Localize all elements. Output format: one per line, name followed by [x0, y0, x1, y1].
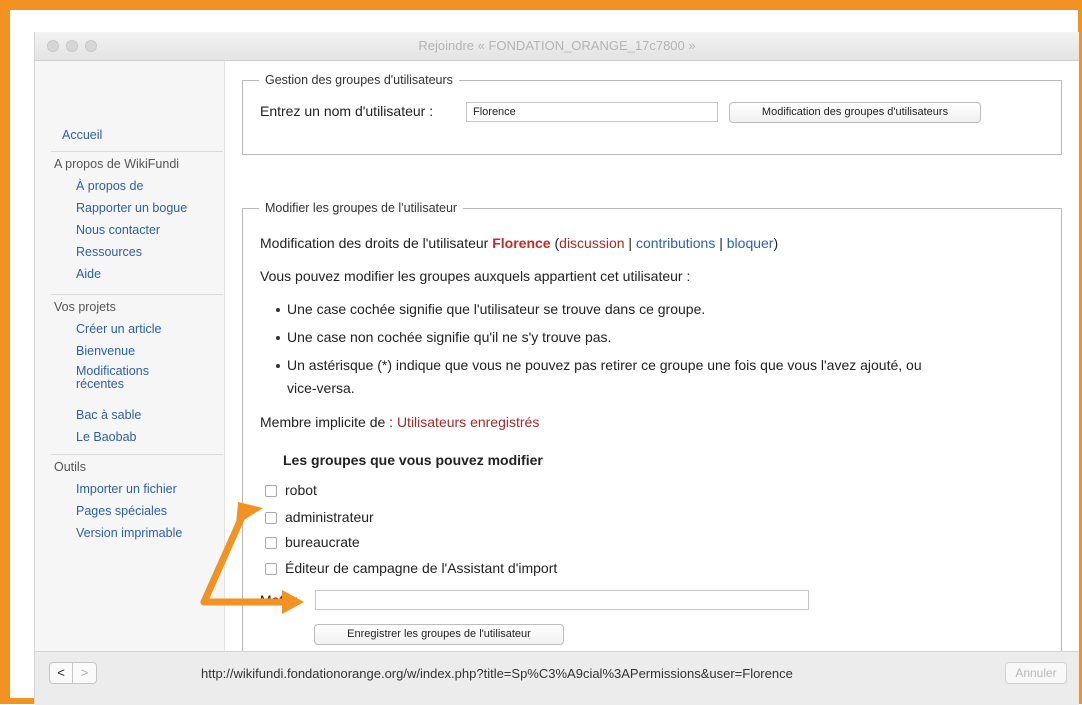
main-content: Gestion des groupes d'utilisateurs Entre…: [225, 61, 1079, 659]
bureaucrate-checkbox[interactable]: [265, 537, 277, 549]
status-url: http://wikifundi.fondationorange.org/w/i…: [201, 666, 793, 681]
campaign-editor-checkbox[interactable]: [265, 563, 277, 575]
sidebar-divider: [51, 454, 223, 455]
bullet-dot: [276, 308, 280, 312]
sidebar-item-home[interactable]: Accueil: [62, 128, 102, 142]
sidebar-item-contact[interactable]: Nous contacter: [76, 223, 160, 237]
save-groups-button[interactable]: Enregistrer les groupes de l'utilisateur: [314, 624, 564, 645]
campaign-editor-label[interactable]: Éditeur de campagne de l'Assistant d'imp…: [285, 560, 557, 576]
manage-groups-legend: Gestion des groupes d'utilisateurs: [265, 73, 453, 87]
registered-users-link[interactable]: Utilisateurs enregistrés: [397, 414, 539, 430]
forward-button[interactable]: >: [73, 662, 97, 684]
sidebar-item-about[interactable]: À propos de: [76, 179, 143, 193]
groups-heading: Les groupes que vous pouvez modifier: [283, 452, 543, 468]
sidebar-item-resources[interactable]: Ressources: [76, 245, 142, 259]
implicit-label: Membre implicite de :: [260, 414, 394, 430]
sidebar-heading-about: A propos de WikiFundi: [54, 157, 180, 171]
reason-label: Motif :: [260, 592, 299, 608]
sidebar-item-report-bug[interactable]: Rapporter un bogue: [76, 201, 187, 215]
sidebar-item-sandbox[interactable]: Bac à sable: [76, 408, 141, 422]
window-title: Rejoindre « FONDATION_ORANGE_17c7800 »: [418, 38, 696, 53]
sidebar-item-recent-changes[interactable]: Modifications récentes: [76, 365, 176, 391]
user-link[interactable]: Florence: [492, 235, 550, 251]
back-button[interactable]: <: [49, 662, 73, 684]
separator: |: [719, 235, 723, 251]
sidebar-item-help[interactable]: Aide: [76, 267, 101, 281]
block-link[interactable]: bloquer: [727, 235, 774, 251]
robot-checkbox[interactable]: [265, 485, 277, 497]
sidebar: Accueil A propos de WikiFundi À propos d…: [35, 61, 225, 651]
intro-text: Vous pouvez modifier les groupes auxquel…: [260, 268, 691, 284]
bullet-dot: [276, 336, 280, 340]
sidebar-heading-tools: Outils: [54, 460, 86, 474]
status-bar: < > http://wikifundi.fondationorange.org…: [35, 651, 1079, 705]
sidebar-divider: [51, 151, 223, 152]
modify-groups-button[interactable]: Modification des groupes d'utilisateurs: [729, 102, 981, 123]
bullet-asterisk-continued: vice-versa.: [287, 380, 355, 396]
discussion-link[interactable]: discussion: [559, 235, 624, 251]
username-input[interactable]: [466, 102, 718, 122]
bullet-unchecked: Une case non cochée signifie qu'il ne s'…: [287, 329, 612, 345]
title-bar: Rejoindre « FONDATION_ORANGE_17c7800 »: [35, 32, 1079, 61]
rights-prefix: Modification des droits de l'utilisateur: [260, 235, 489, 251]
sidebar-divider: [51, 294, 223, 295]
robot-label[interactable]: robot: [285, 482, 317, 498]
sidebar-item-baobab[interactable]: Le Baobab: [76, 430, 136, 444]
bullet-checked: Une case cochée signifie que l'utilisate…: [287, 301, 706, 317]
sidebar-item-welcome[interactable]: Bienvenue: [76, 344, 135, 358]
cancel-button[interactable]: Annuler: [1005, 662, 1067, 684]
separator: |: [628, 235, 633, 251]
sidebar-heading-projects: Vos projets: [54, 300, 116, 314]
administrateur-checkbox[interactable]: [265, 512, 277, 524]
edit-groups-legend: Modifier les groupes de l'utilisateur: [265, 201, 458, 215]
sidebar-item-upload-file[interactable]: Importer un fichier: [76, 482, 177, 496]
rights-line: Modification des droits de l'utilisateur…: [260, 235, 778, 251]
implicit-membership: Membre implicite de : Utilisateurs enreg…: [260, 414, 539, 430]
sidebar-item-create-article[interactable]: Créer un article: [76, 322, 161, 336]
administrateur-label[interactable]: administrateur: [285, 509, 374, 525]
username-label: Entrez un nom d'utilisateur :: [260, 103, 434, 119]
bullet-dot: [276, 364, 280, 368]
sidebar-item-special-pages[interactable]: Pages spéciales: [76, 504, 167, 518]
paren-close: ): [773, 235, 779, 251]
reason-input[interactable]: [315, 590, 809, 610]
contributions-link[interactable]: contributions: [636, 235, 715, 251]
browser-window: Rejoindre « FONDATION_ORANGE_17c7800 » A…: [34, 32, 1079, 705]
bullet-asterisk: Un astérisque (*) indique que vous ne po…: [287, 357, 922, 373]
sidebar-item-printable-version[interactable]: Version imprimable: [76, 526, 182, 540]
bureaucrate-label[interactable]: bureaucrate: [285, 534, 360, 550]
